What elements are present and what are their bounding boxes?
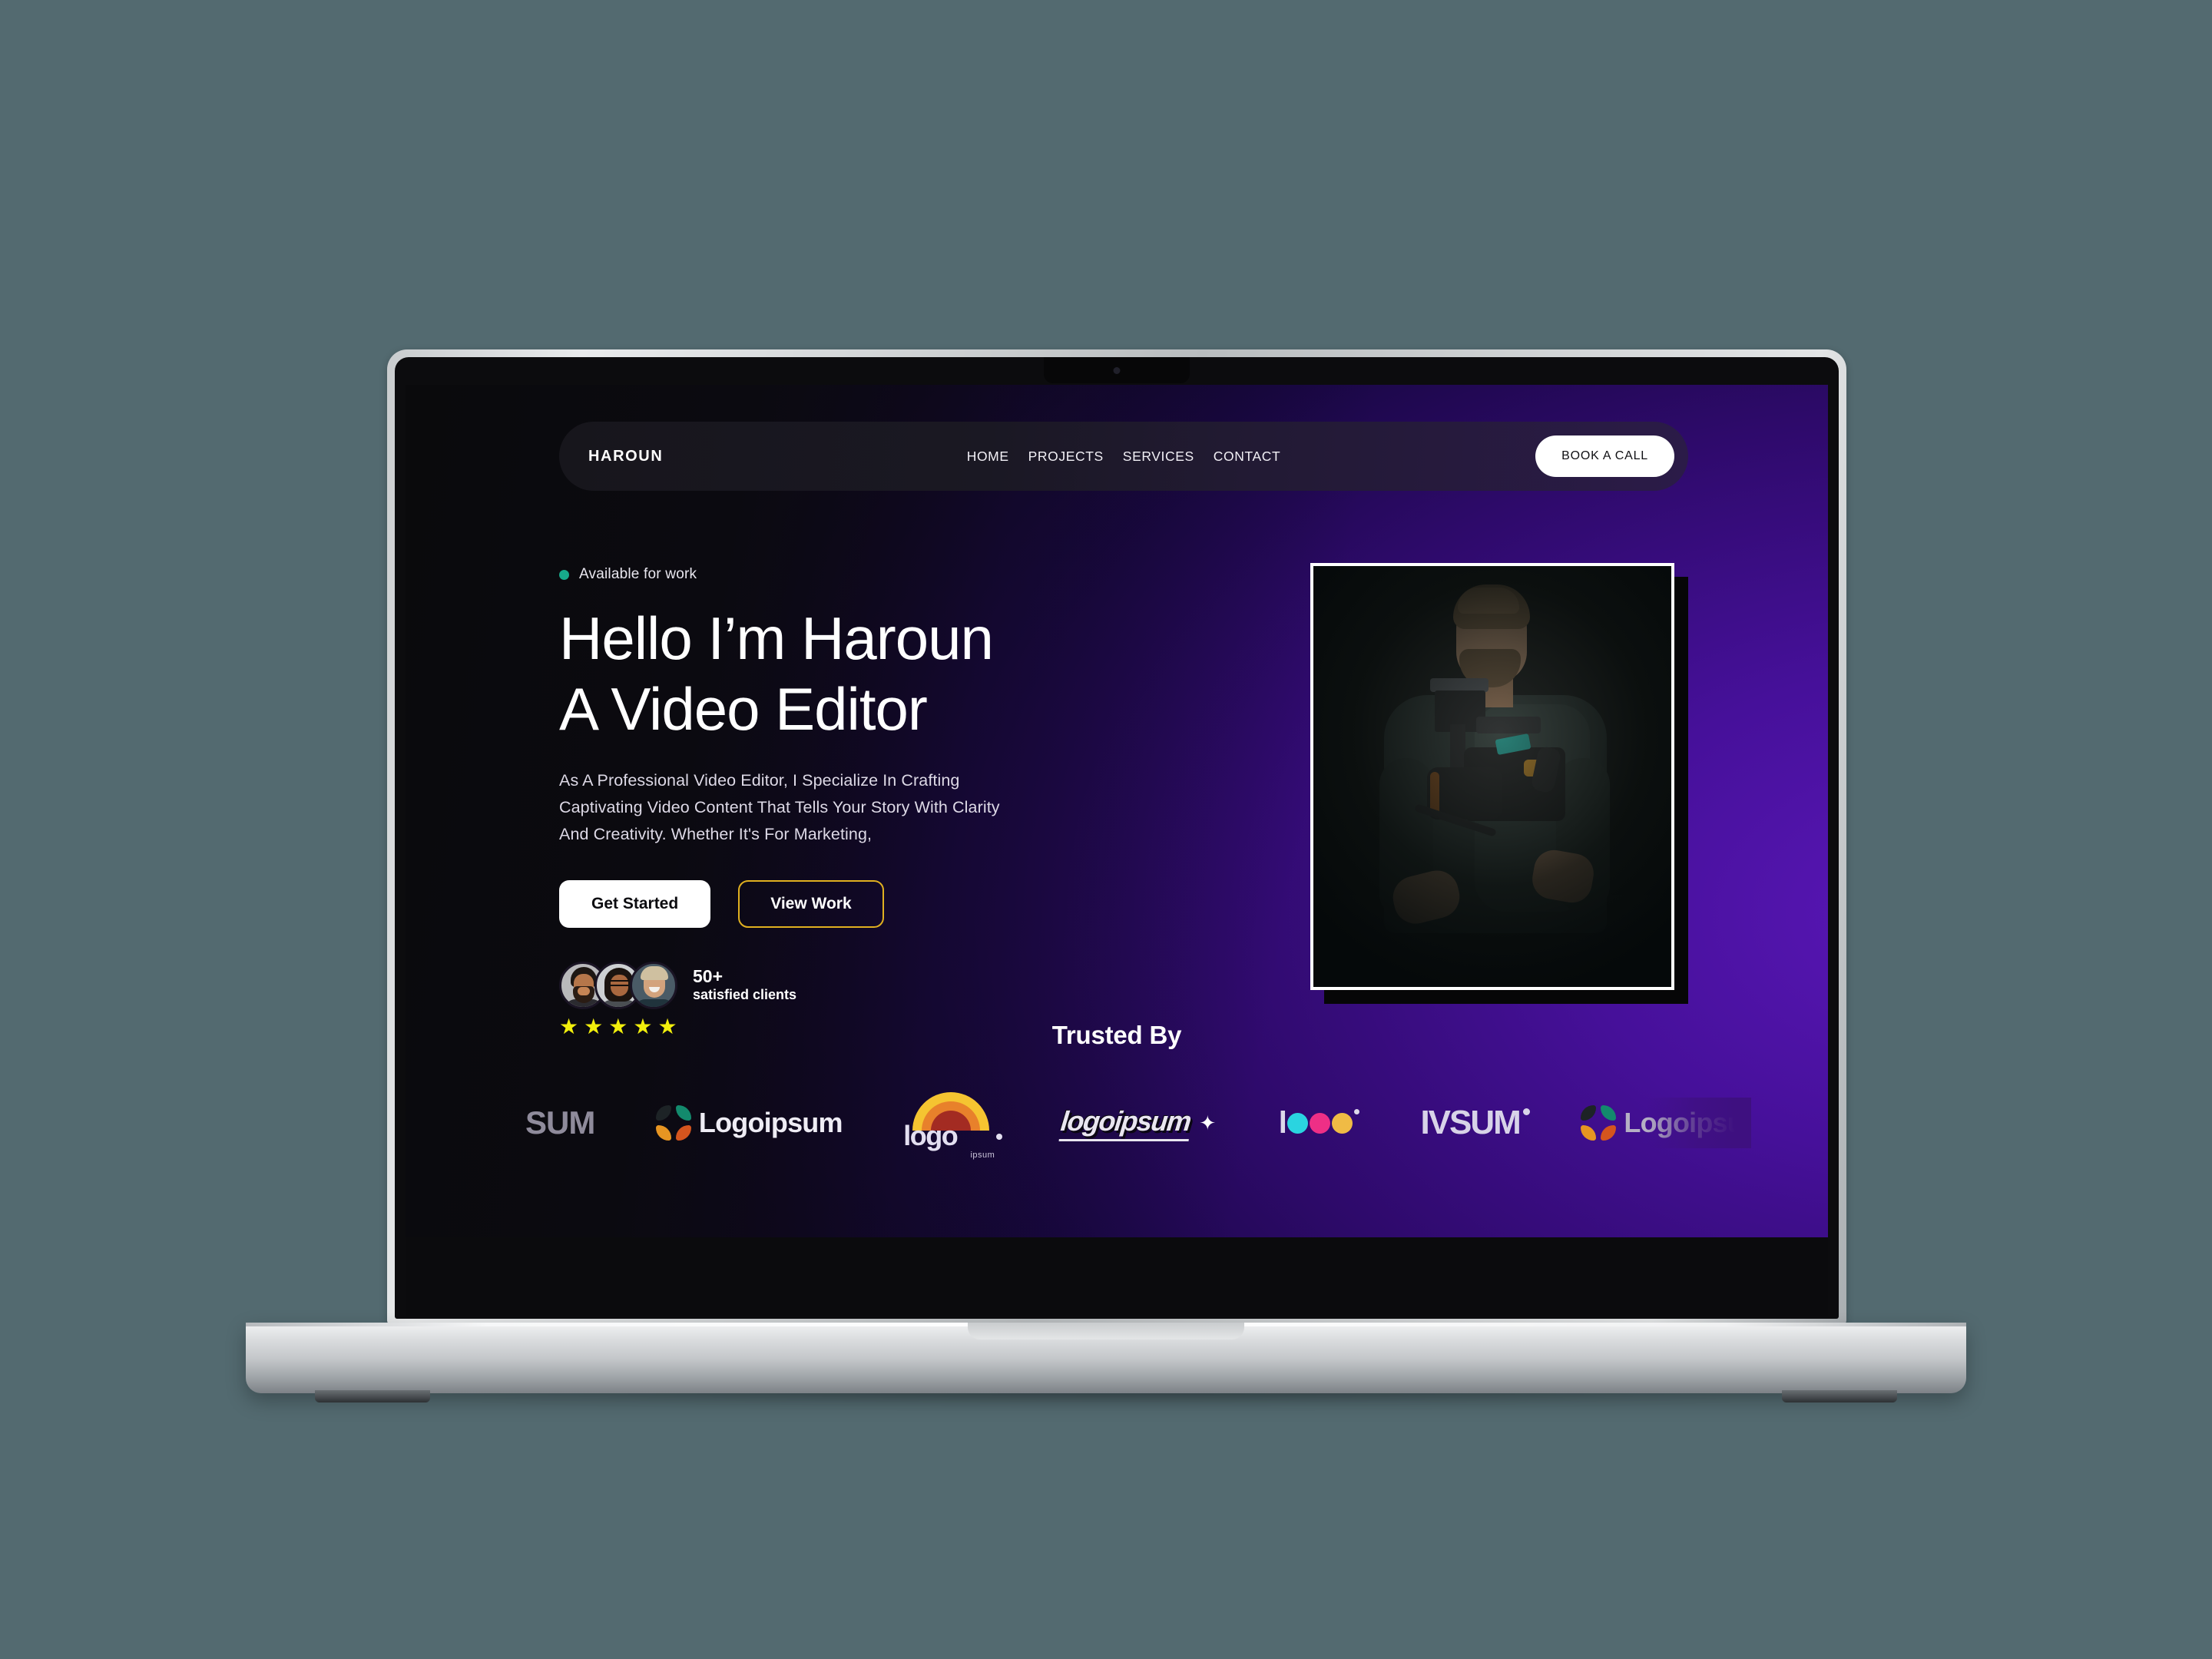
hero-description: As A Professional Video Editor, I Specia… (559, 771, 1000, 843)
availability-badge: Available for work (559, 566, 1128, 583)
hero-image-frame (1310, 563, 1674, 990)
view-work-button[interactable]: View Work (738, 879, 884, 928)
client-logo-strip: SUM Logoipsum logo ipsum logoipsum ✦ l I… (406, 1081, 1828, 1165)
client-logo: SUM (525, 1104, 595, 1141)
client-logo-text: l (1278, 1105, 1287, 1140)
hero-cta-row: Get Started View Work (559, 879, 1128, 928)
client-logo-text: logoipsum (1058, 1104, 1192, 1141)
avatar-glasses-icon (610, 979, 629, 986)
avatar-group (559, 961, 677, 1009)
avatar-body (634, 998, 674, 1007)
client-logo: Logoipsum (655, 1105, 843, 1141)
laptop-notch (1044, 357, 1190, 383)
cmyk-circle-cyan-icon (1286, 1112, 1308, 1134)
webcam-icon (1113, 367, 1121, 374)
laptop-base-notch (968, 1323, 1244, 1339)
client-count: 50+ (693, 966, 724, 987)
website-page: HAROUN HOME PROJECTS SERVICES CONTACT BO… (406, 385, 1828, 1237)
laptop-screen-bezel: HAROUN HOME PROJECTS SERVICES CONTACT BO… (395, 357, 1839, 1319)
photo-vignette (1313, 566, 1671, 987)
navbar: HAROUN HOME PROJECTS SERVICES CONTACT BO… (559, 422, 1688, 491)
page-title: Hello I’m Haroun A Video Editor (559, 603, 1128, 744)
brand-logo[interactable]: HAROUN (588, 448, 663, 465)
client-logo-text: IVSUM (1420, 1104, 1530, 1142)
pinwheel-icon (655, 1105, 691, 1141)
trusted-by-section: Trusted By (406, 1021, 1828, 1050)
nav-links: HOME PROJECTS SERVICES CONTACT (967, 449, 1281, 465)
browser-viewport: HAROUN HOME PROJECTS SERVICES CONTACT BO… (406, 385, 1828, 1316)
hero-image-block (1310, 563, 1688, 1004)
nav-link-contact[interactable]: CONTACT (1214, 449, 1280, 465)
avatar-hair (641, 965, 668, 980)
laptop-foot (1782, 1390, 1897, 1402)
client-logo: l (1279, 1106, 1359, 1141)
client-logo-text: logo (903, 1120, 958, 1151)
hero-title-line-2: A Video Editor (559, 675, 928, 743)
book-a-call-button[interactable]: BOOK A CALL (1535, 435, 1674, 477)
nav-link-services[interactable]: SERVICES (1123, 449, 1194, 465)
laptop-foot (315, 1390, 430, 1402)
avatar (630, 961, 677, 1009)
laptop-base (246, 1323, 1966, 1402)
pinwheel-icon (1581, 1105, 1617, 1141)
client-logo: Logoipsu (1581, 1098, 1751, 1148)
client-logo-text: Logoipsu (1624, 1107, 1743, 1138)
cmyk-circle-magenta-icon (1309, 1112, 1330, 1134)
nav-link-home[interactable]: HOME (967, 449, 1009, 465)
client-logo: logo ipsum (903, 1092, 1003, 1160)
nav-link-projects[interactable]: PROJECTS (1028, 449, 1104, 465)
laptop-mockup: HAROUN HOME PROJECTS SERVICES CONTACT BO… (0, 0, 2212, 1659)
client-logo: IVSUM (1420, 1104, 1530, 1142)
laptop-lid: HAROUN HOME PROJECTS SERVICES CONTACT BO… (387, 349, 1846, 1325)
page-below-fold (406, 1237, 1828, 1316)
social-proof-row: 50+ satisfied clients (559, 961, 1128, 1009)
rainbow-arc-icon: logo ipsum (903, 1092, 1003, 1160)
client-logo-subtext: ipsum (970, 1151, 995, 1160)
hero-content: Available for work Hello I’m Haroun A Vi… (559, 566, 1128, 1038)
cmyk-circle-yellow-icon (1331, 1112, 1353, 1134)
cmyk-dot-icon (1353, 1108, 1359, 1114)
availability-label: Available for work (579, 566, 697, 582)
avatar-chin (578, 986, 590, 995)
client-caption: satisfied clients (693, 987, 797, 1003)
screenshot-canvas: HAROUN HOME PROJECTS SERVICES CONTACT BO… (0, 0, 2212, 1659)
social-proof-text: 50+ satisfied clients (693, 966, 796, 1004)
sparkle-icon: ✦ (1199, 1111, 1217, 1134)
client-logo: logoipsum ✦ (1058, 1104, 1217, 1141)
status-dot-icon (559, 569, 569, 580)
hero-title-line-1: Hello I’m Haroun (559, 604, 994, 672)
client-logo-text: Logoipsum (698, 1107, 843, 1138)
hero-photo (1313, 566, 1671, 987)
get-started-button[interactable]: Get Started (559, 879, 711, 928)
client-logo-text: SUM (525, 1104, 595, 1141)
trusted-by-title: Trusted By (1051, 1021, 1182, 1049)
